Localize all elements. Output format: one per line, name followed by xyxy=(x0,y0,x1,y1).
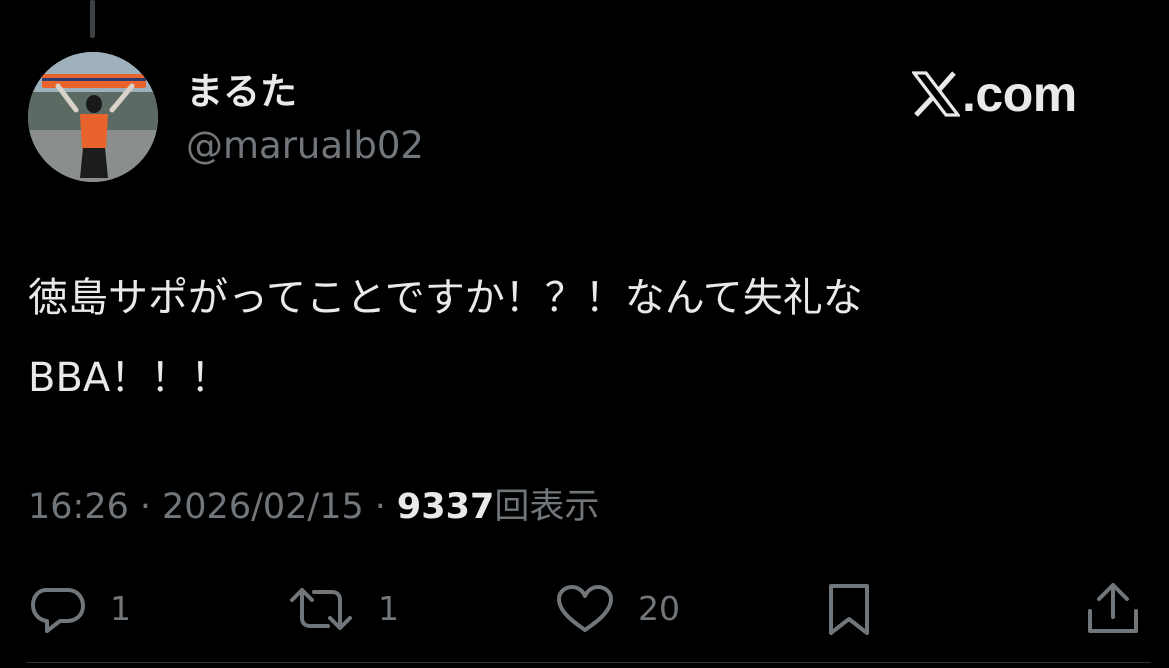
tweet-time[interactable]: 16:26 xyxy=(28,487,129,527)
meta-separator: · xyxy=(374,487,386,527)
author-handle[interactable]: @marualb02 xyxy=(186,122,424,170)
like-count: 20 xyxy=(638,589,680,628)
reply-count: 1 xyxy=(110,589,131,628)
x-com-watermark: .com xyxy=(912,64,1077,124)
repost-icon xyxy=(290,588,352,630)
watermark-domain-text: .com xyxy=(962,66,1077,122)
x-logo-icon xyxy=(912,71,960,117)
share-button[interactable] xyxy=(1086,580,1140,638)
avatar-photo xyxy=(28,52,158,182)
divider xyxy=(26,662,1151,663)
repost-button[interactable]: 1 xyxy=(288,580,399,638)
views-count: 9337 xyxy=(396,487,495,527)
reply-icon xyxy=(31,588,85,633)
author-display-name[interactable]: まるた xyxy=(186,68,297,116)
views-label: 回表示 xyxy=(494,487,600,527)
reply-button[interactable]: 1 xyxy=(30,580,131,638)
bookmark-button[interactable] xyxy=(826,580,872,638)
tweet-date[interactable]: 2026/02/15 xyxy=(162,487,364,527)
share-icon xyxy=(1088,583,1138,633)
bookmark-icon xyxy=(829,584,869,635)
like-button[interactable]: 20 xyxy=(556,580,680,638)
avatar[interactable] xyxy=(28,52,158,182)
tweet-body: 徳島サポがってことですか！？！なんて失礼な BBA！！！ xyxy=(28,258,1138,418)
thread-connector-line xyxy=(90,0,95,38)
tweet-meta: 16:26 · 2026/02/15 · 9337回表示 xyxy=(28,483,599,531)
meta-separator: · xyxy=(139,487,152,527)
tweet-text-line: BBA！！！ xyxy=(28,355,231,401)
tweet-text-line: 徳島サポがってことですか！？！なんて失礼な xyxy=(28,275,863,321)
heart-icon xyxy=(557,585,613,632)
tweet-action-bar: 1 1 20 xyxy=(0,580,1169,638)
repost-count: 1 xyxy=(378,589,399,628)
